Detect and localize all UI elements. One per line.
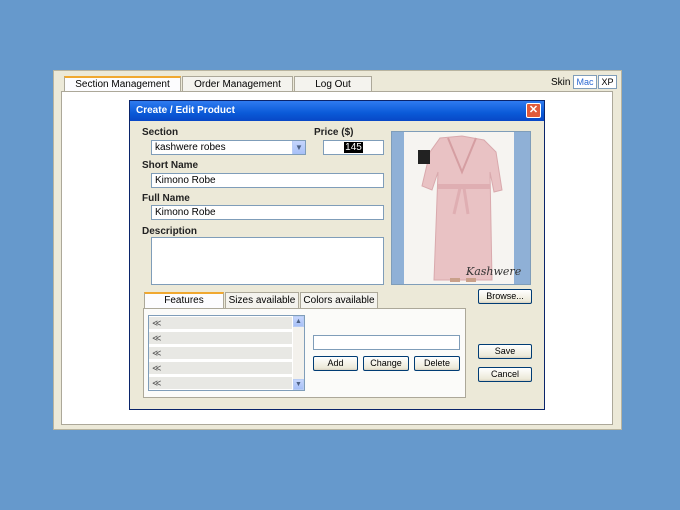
features-list[interactable]: ≪ ≪ ≪ ≪ ≪ ▲ ▼ [148,315,305,391]
skin-label: Skin [551,77,571,88]
chevron-down-icon[interactable]: ▼ [292,141,305,154]
tab-colors-available[interactable]: Colors available [300,292,378,308]
robe-image [392,132,530,284]
short-name-label: Short Name [142,160,199,171]
add-feature-button[interactable]: Add [313,356,358,371]
price-input-value: 145 [344,142,363,153]
close-icon[interactable]: ✕ [526,103,541,118]
list-item[interactable]: ≪ [149,377,292,390]
price-label: Price ($) [314,127,354,138]
dialog-title: Create / Edit Product [136,105,235,116]
price-input[interactable]: 145 [323,140,384,155]
section-select[interactable]: kashwere robes ▼ [151,140,306,155]
tab-features[interactable]: Features [144,292,224,309]
description-label: Description [142,226,198,237]
features-scrollbar[interactable]: ▲ ▼ [293,316,304,390]
full-name-label: Full Name [142,193,190,204]
feature-input[interactable] [313,335,460,350]
list-item[interactable]: ≪ [149,332,292,345]
cancel-button[interactable]: Cancel [478,367,532,382]
tab-log-out[interactable]: Log Out [294,76,372,92]
dialog-titlebar[interactable]: Create / Edit Product ✕ [130,101,544,121]
section-label: Section [142,127,179,138]
scroll-up-icon[interactable]: ▲ [293,316,304,327]
delete-feature-button[interactable]: Delete [414,356,460,371]
skin-mac-button[interactable]: Mac [573,75,597,89]
skin-xp-button[interactable]: XP [598,75,617,89]
tab-order-management[interactable]: Order Management [182,76,293,92]
photo-brand-logo: Kashwere [466,265,522,278]
change-feature-button[interactable]: Change [363,356,409,371]
list-item[interactable]: ≪ [149,362,292,375]
description-textarea[interactable] [151,237,384,285]
save-button[interactable]: Save [478,344,532,359]
list-item[interactable]: ≪ [149,317,292,330]
full-name-input[interactable]: Kimono Robe [151,205,384,220]
section-select-value: kashwere robes [155,142,226,153]
list-item[interactable]: ≪ [149,347,292,360]
tab-sizes-available[interactable]: Sizes available [225,292,299,308]
product-photo: Kashwere [391,131,531,285]
short-name-input[interactable]: Kimono Robe [151,173,384,188]
scroll-down-icon[interactable]: ▼ [293,379,304,390]
browse-button[interactable]: Browse... [478,289,532,304]
